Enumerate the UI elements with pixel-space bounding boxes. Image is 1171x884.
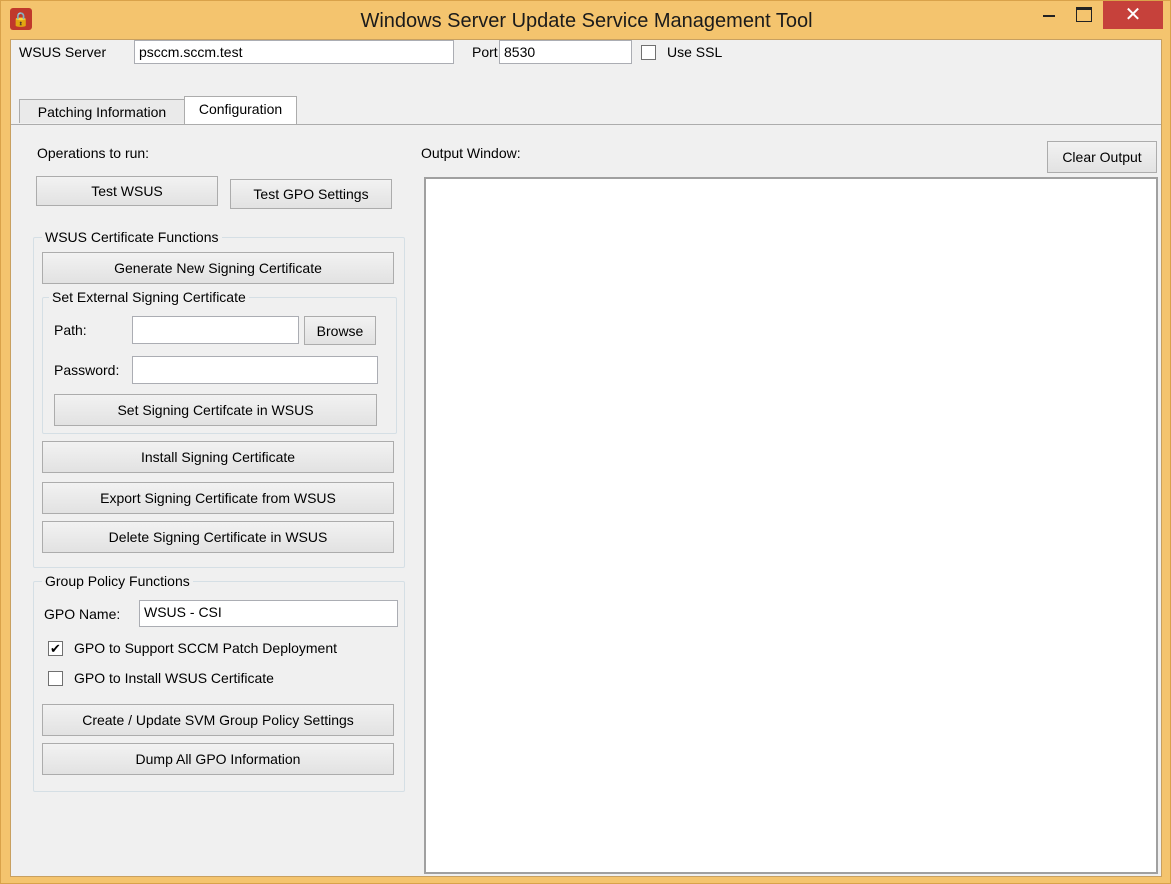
minimize-button[interactable] bbox=[1032, 1, 1066, 29]
create-update-gpo-button[interactable]: Create / Update SVM Group Policy Setting… bbox=[42, 704, 394, 736]
tab-patching-information[interactable]: Patching Information bbox=[19, 99, 185, 123]
external-signing-certificate-title: Set External Signing Certificate bbox=[49, 289, 249, 305]
wsus-server-input[interactable]: psccm.sccm.test bbox=[134, 40, 454, 64]
certificate-password-input[interactable] bbox=[132, 356, 378, 384]
maximize-button[interactable] bbox=[1067, 1, 1101, 29]
dump-gpo-information-button[interactable]: Dump All GPO Information bbox=[42, 743, 394, 775]
clear-output-button[interactable]: Clear Output bbox=[1047, 141, 1157, 173]
minimize-icon bbox=[1043, 15, 1055, 17]
title-bar[interactable]: 🔒 Windows Server Update Service Manageme… bbox=[1, 1, 1170, 39]
close-button[interactable]: ✕ bbox=[1103, 1, 1163, 29]
gpo-name-label: GPO Name: bbox=[44, 606, 121, 622]
app-window: 🔒 Windows Server Update Service Manageme… bbox=[0, 0, 1171, 884]
maximize-icon bbox=[1076, 7, 1092, 22]
close-icon: ✕ bbox=[1124, 4, 1142, 26]
use-ssl-label: Use SSL bbox=[667, 44, 723, 60]
port-label: Port bbox=[472, 44, 498, 60]
wsus-server-label: WSUS Server bbox=[19, 44, 107, 60]
gpo-cert-label: GPO to Install WSUS Certificate bbox=[74, 670, 274, 686]
use-ssl-checkbox[interactable] bbox=[641, 45, 656, 60]
port-input[interactable]: 8530 bbox=[499, 40, 632, 64]
test-wsus-button[interactable]: Test WSUS bbox=[36, 176, 218, 206]
tab-divider bbox=[11, 124, 1161, 125]
generate-signing-certificate-button[interactable]: Generate New Signing Certificate bbox=[42, 252, 394, 284]
tab-configuration[interactable]: Configuration bbox=[184, 96, 297, 125]
password-label: Password: bbox=[54, 362, 120, 378]
client-area: WSUS Server psccm.sccm.test Port 8530 Us… bbox=[10, 39, 1162, 877]
export-signing-certificate-button[interactable]: Export Signing Certificate from WSUS bbox=[42, 482, 394, 514]
path-label: Path: bbox=[54, 322, 87, 338]
gpo-sccm-checkbox[interactable]: ✔ bbox=[48, 641, 63, 656]
certificate-path-input[interactable] bbox=[132, 316, 299, 344]
wsus-certificate-group-title: WSUS Certificate Functions bbox=[42, 229, 222, 245]
gpo-sccm-label: GPO to Support SCCM Patch Deployment bbox=[74, 640, 337, 656]
test-gpo-settings-button[interactable]: Test GPO Settings bbox=[230, 179, 392, 209]
browse-button[interactable]: Browse bbox=[304, 316, 376, 345]
group-policy-group-title: Group Policy Functions bbox=[42, 573, 193, 589]
output-window[interactable] bbox=[424, 177, 1158, 874]
gpo-cert-checkbox[interactable] bbox=[48, 671, 63, 686]
window-title: Windows Server Update Service Management… bbox=[360, 10, 813, 32]
output-window-label: Output Window: bbox=[421, 145, 521, 161]
set-signing-certificate-button[interactable]: Set Signing Certifcate in WSUS bbox=[54, 394, 377, 426]
operations-label: Operations to run: bbox=[37, 145, 150, 161]
install-signing-certificate-button[interactable]: Install Signing Certificate bbox=[42, 441, 394, 473]
gpo-name-input[interactable]: WSUS - CSI bbox=[139, 600, 398, 627]
delete-signing-certificate-button[interactable]: Delete Signing Certificate in WSUS bbox=[42, 521, 394, 553]
